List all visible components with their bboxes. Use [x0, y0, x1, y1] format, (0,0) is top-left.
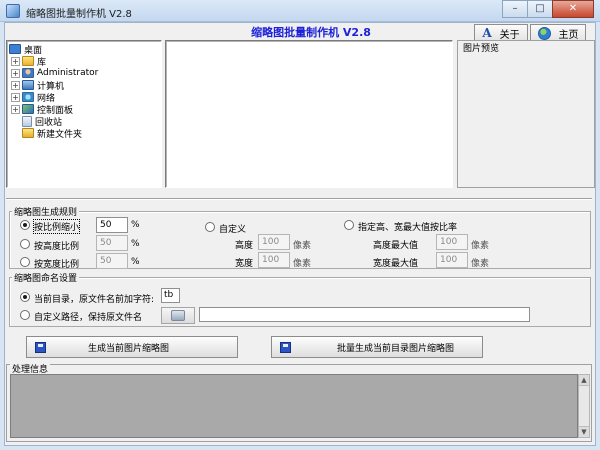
width-ratio-input[interactable]: 50: [96, 253, 128, 269]
network-icon: [22, 92, 34, 102]
processing-log[interactable]: [10, 374, 578, 438]
ratio-input[interactable]: 50: [96, 217, 128, 233]
folder-browse-icon: [171, 310, 185, 321]
radio-by-height[interactable]: [20, 239, 30, 249]
expand-icon[interactable]: +: [11, 104, 20, 114]
custom-height-input[interactable]: 100: [258, 234, 290, 250]
width-ratio-unit: %: [131, 257, 140, 267]
height-ratio-unit: %: [131, 239, 140, 249]
tree-item-label: 新建文件夹: [37, 129, 83, 140]
scroll-down-icon[interactable]: ▼: [579, 426, 589, 437]
expand-icon[interactable]: +: [11, 92, 20, 102]
globe-icon: [537, 26, 551, 40]
max-width-unit: 像素: [471, 259, 490, 269]
generation-rules-caption: 缩略图生成规则: [12, 205, 80, 218]
max-height-label: 高度最大值: [373, 241, 419, 251]
expand-icon[interactable]: +: [11, 80, 20, 90]
radio-max-ratio[interactable]: [344, 220, 354, 230]
tree-item-label: Administrator: [37, 68, 99, 78]
home-label: 主页: [558, 29, 579, 41]
radio-custom[interactable]: [205, 222, 215, 232]
generate-all-button[interactable]: 批量生成当前目录图片缩略图: [271, 336, 483, 358]
tree-item-recycle-bin[interactable]: 回收站: [9, 115, 161, 128]
recycle-bin-icon: [22, 115, 32, 127]
ratio-unit: %: [131, 220, 140, 230]
window-title: 缩略图批量制作机 V2.8: [26, 9, 132, 20]
window-controls: – □ ✕: [502, 0, 594, 18]
maximize-button[interactable]: □: [527, 0, 553, 18]
custom-path-input[interactable]: [199, 307, 530, 322]
custom-width-label: 宽度: [235, 259, 254, 269]
custom-path-label[interactable]: 自定义路径，保持原文件名: [34, 310, 142, 323]
radio-by-ratio[interactable]: [20, 220, 30, 230]
about-label: 关于: [499, 29, 520, 41]
max-ratio-label[interactable]: 指定高、宽最大值按比率: [358, 220, 457, 233]
log-scrollbar[interactable]: ▲ ▼: [578, 374, 590, 438]
desktop-icon: [9, 44, 21, 54]
save-icon: [280, 341, 291, 353]
max-height-input[interactable]: 100: [436, 234, 468, 250]
scroll-up-icon[interactable]: ▲: [579, 375, 589, 386]
minimize-button[interactable]: –: [502, 0, 528, 18]
tree-item-new-folder[interactable]: 新建文件夹: [9, 127, 161, 140]
current-dir-label[interactable]: 当前目录，原文件名前加字符:: [34, 292, 154, 305]
prefix-input[interactable]: tb: [161, 288, 180, 303]
generate-all-label: 批量生成当前目录图片缩略图: [337, 343, 455, 354]
custom-width-unit: 像素: [293, 259, 312, 269]
height-ratio-input[interactable]: 50: [96, 235, 128, 251]
tree-item-administrator[interactable]: + Administrator: [9, 67, 161, 79]
tree-item-computer[interactable]: + 计算机: [9, 79, 161, 92]
naming-settings-caption: 缩略图命名设置: [12, 271, 80, 284]
radio-by-width[interactable]: [20, 257, 30, 267]
generate-current-label: 生成当前图片缩略图: [88, 343, 170, 354]
custom-width-input[interactable]: 100: [258, 252, 290, 268]
letter-a-icon: A: [482, 26, 492, 40]
tree-item-library[interactable]: + 库: [9, 55, 161, 68]
separator: [6, 198, 592, 200]
generate-current-button[interactable]: 生成当前图片缩略图: [26, 336, 238, 358]
image-preview-label: 图片预览: [461, 41, 502, 54]
browse-folder-button[interactable]: [161, 307, 195, 324]
by-ratio-label[interactable]: 按比例缩小: [32, 219, 81, 234]
max-width-label: 宽度最大值: [373, 259, 419, 269]
file-list[interactable]: [165, 40, 453, 188]
library-icon: [22, 56, 34, 66]
by-width-label[interactable]: 按宽度比例: [34, 257, 79, 270]
radio-custom-path[interactable]: [20, 310, 30, 320]
max-height-unit: 像素: [471, 241, 490, 251]
app-icon: [6, 4, 20, 18]
tree-item-label: 库: [37, 57, 47, 68]
tree-item-desktop[interactable]: 桌面: [9, 42, 161, 56]
folder-icon: [22, 128, 34, 138]
expand-icon[interactable]: +: [11, 56, 20, 66]
control-panel-icon: [22, 104, 34, 114]
user-icon: [22, 68, 34, 78]
expand-icon[interactable]: +: [11, 68, 20, 78]
folder-tree[interactable]: 桌面 + 库 + Administrator + 计算机 + 网络 + 控制面板…: [6, 40, 162, 188]
custom-height-unit: 像素: [293, 241, 312, 251]
tree-item-network[interactable]: + 网络: [9, 91, 161, 104]
custom-label[interactable]: 自定义: [219, 222, 246, 235]
custom-height-label: 高度: [235, 241, 254, 251]
save-icon: [35, 341, 46, 353]
by-height-label[interactable]: 按高度比例: [34, 239, 79, 252]
radio-current-dir[interactable]: [20, 292, 30, 302]
app-heading: 缩略图批量制作机 V2.8: [251, 26, 371, 39]
close-button[interactable]: ✕: [552, 0, 594, 18]
title-bar: 缩略图批量制作机 V2.8 – □ ✕: [0, 0, 600, 22]
max-width-input[interactable]: 100: [436, 252, 468, 268]
image-preview-panel: [457, 40, 595, 188]
tree-item-control-panel[interactable]: + 控制面板: [9, 103, 161, 116]
computer-icon: [22, 80, 34, 90]
